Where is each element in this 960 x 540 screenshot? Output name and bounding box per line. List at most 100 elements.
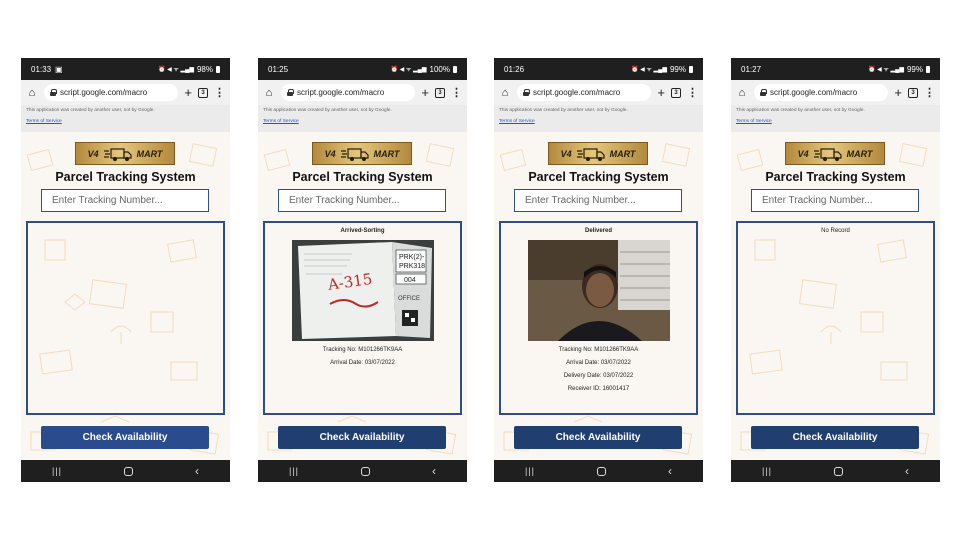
browser-toolbar: ⌂ script.google.com/macro + 3 ⋮ (731, 80, 940, 105)
back-icon[interactable]: ‹ (195, 464, 199, 478)
browser-toolbar: ⌂ script.google.com/macro + 3 ⋮ (494, 80, 703, 105)
receiver-id-text: Receiver ID: 16001417 (567, 386, 630, 392)
truck-icon (813, 147, 842, 161)
terms-link[interactable]: Terms of Service (263, 119, 462, 124)
android-nav-bar: ||| ‹ (258, 460, 467, 482)
script-notice: This application was created by another … (21, 105, 230, 132)
tabs-icon[interactable]: 3 (435, 87, 445, 98)
nav-home-icon[interactable] (596, 466, 606, 476)
logo-text-right: MART (609, 148, 636, 159)
plus-icon[interactable]: + (421, 85, 429, 100)
tracking-number-input[interactable] (751, 189, 919, 212)
back-icon[interactable]: ‹ (905, 464, 909, 478)
truck-icon (340, 147, 369, 161)
recent-apps-icon[interactable]: ||| (289, 466, 299, 476)
result-panel: Arrived-Sorting PRK(2)- PRK318 004 OFFIC… (263, 221, 462, 415)
more-vert-icon[interactable]: ⋮ (451, 86, 462, 99)
back-icon[interactable]: ‹ (432, 464, 436, 478)
tracking-number-input[interactable] (41, 189, 209, 212)
home-icon[interactable]: ⌂ (499, 87, 511, 99)
clock: 01:26 (504, 64, 525, 74)
page-title: Parcel Tracking System (292, 170, 433, 184)
more-vert-icon[interactable]: ⋮ (924, 86, 935, 99)
arrival-date-text: Arrival Date: 03/07/2022 (330, 360, 395, 366)
tracking-number-input[interactable] (514, 189, 682, 212)
logo-text-left: V4 (560, 148, 572, 159)
plus-icon[interactable]: + (184, 85, 192, 100)
page-title: Parcel Tracking System (55, 170, 196, 184)
recent-apps-icon[interactable]: ||| (762, 466, 772, 476)
app-content: V4 MART Parcel Tracking System Check Ava… (21, 132, 230, 460)
battery-level: 100% (429, 64, 450, 74)
tabs-icon[interactable]: 3 (908, 87, 918, 98)
plus-icon[interactable]: + (657, 85, 665, 100)
notice-text: This application was created by another … (26, 108, 155, 113)
recent-apps-icon[interactable]: ||| (525, 466, 535, 476)
home-icon[interactable]: ⌂ (26, 87, 38, 99)
nav-home-icon[interactable] (833, 466, 843, 476)
tabs-icon[interactable]: 3 (198, 87, 208, 98)
clock: 01:25 (268, 64, 289, 74)
system-status-icons: ⏰ ◀ ᯤ ▂▄▆ (157, 67, 194, 73)
nav-home-icon[interactable] (360, 466, 370, 476)
app-content: V4 MART Parcel Tracking System No Record… (731, 132, 940, 460)
v4-mart-logo: V4 MART (785, 142, 885, 165)
battery-icon (216, 65, 220, 73)
receiver-photo (528, 240, 670, 341)
logo-text-right: MART (846, 148, 873, 159)
truck-icon (576, 147, 605, 161)
address-bar[interactable]: script.google.com/macro (44, 84, 179, 101)
android-nav-bar: ||| ‹ (21, 460, 230, 482)
script-notice: This application was created by another … (258, 105, 467, 132)
v4-mart-logo: V4 MART (548, 142, 648, 165)
tracking-number-input[interactable] (278, 189, 446, 212)
home-icon[interactable]: ⌂ (263, 87, 275, 99)
arrival-date-text: Arrival Date: 03/07/2022 (566, 360, 631, 366)
recent-apps-icon[interactable]: ||| (52, 466, 62, 476)
url-text: script.google.com/macro (533, 88, 621, 97)
photo-label-line1: PRK(2)- (399, 254, 425, 261)
android-nav-bar: ||| ‹ (494, 460, 703, 482)
page-title: Parcel Tracking System (528, 170, 669, 184)
status-bar: 01:33 ▣ ⏰ ◀ ᯤ ▂▄▆ 98% (21, 58, 230, 80)
browser-toolbar: ⌂ script.google.com/macro + 3 ⋮ (258, 80, 467, 105)
check-availability-button[interactable]: Check Availability (278, 426, 446, 449)
battery-level: 98% (196, 64, 213, 74)
battery-icon (926, 65, 930, 73)
result-panel: Delivered Tracking No: M101266TK9AA Arri (499, 221, 698, 415)
tabs-icon[interactable]: 3 (671, 87, 681, 98)
nav-home-icon[interactable] (123, 466, 133, 476)
terms-link[interactable]: Terms of Service (736, 119, 935, 124)
url-text: script.google.com/macro (770, 88, 858, 97)
home-icon[interactable]: ⌂ (736, 87, 748, 99)
logo-text-left: V4 (797, 148, 809, 159)
more-vert-icon[interactable]: ⋮ (687, 86, 698, 99)
battery-level: 99% (669, 64, 686, 74)
more-vert-icon[interactable]: ⋮ (214, 86, 225, 99)
photo-label-small: OFFICE (398, 296, 420, 302)
address-bar[interactable]: script.google.com/macro (281, 84, 416, 101)
android-nav-bar: ||| ‹ (731, 460, 940, 482)
plus-icon[interactable]: + (894, 85, 902, 100)
logo-text-left: V4 (87, 148, 99, 159)
logo-text-left: V4 (324, 148, 336, 159)
notice-text: This application was created by another … (263, 108, 392, 113)
system-status-icons: ⏰ ◀ ᯤ ▂▄▆ (867, 67, 904, 73)
address-bar[interactable]: script.google.com/macro (754, 84, 889, 101)
lock-icon (287, 89, 294, 96)
system-status-icons: ⏰ ◀ ᯤ ▂▄▆ (630, 67, 667, 73)
battery-level: 99% (906, 64, 923, 74)
terms-link[interactable]: Terms of Service (499, 119, 698, 124)
back-icon[interactable]: ‹ (668, 464, 672, 478)
check-availability-button[interactable]: Check Availability (514, 426, 682, 449)
terms-link[interactable]: Terms of Service (26, 119, 225, 124)
check-availability-button[interactable]: Check Availability (751, 426, 919, 449)
gallery-icon: ▣ (55, 64, 63, 74)
phone-screen-4: 01:27 ⏰ ◀ ᯤ ▂▄▆ 99% ⌂ script.google.com/… (731, 58, 940, 482)
address-bar[interactable]: script.google.com/macro (517, 84, 652, 101)
tracking-number-text: Tracking No: M101266TK9AA (558, 347, 639, 353)
no-record-message: No Record (821, 228, 850, 234)
check-availability-button[interactable]: Check Availability (41, 426, 209, 449)
logo-text-right: MART (373, 148, 400, 159)
delivery-date-text: Delivery Date: 03/07/2022 (563, 373, 634, 379)
